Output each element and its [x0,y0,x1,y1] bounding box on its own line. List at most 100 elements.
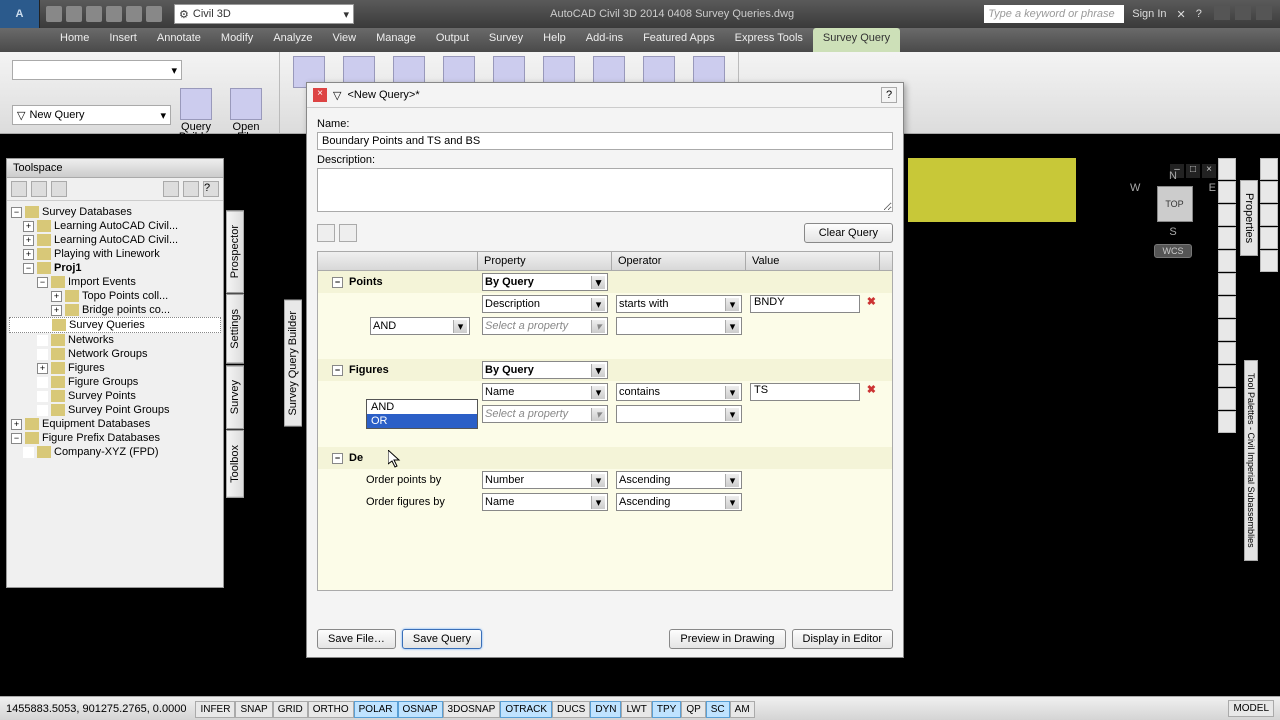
help-search-input[interactable]: Type a keyword or phrase [984,5,1124,23]
sign-in-link[interactable]: Sign In [1132,8,1166,20]
tree-item[interactable]: Survey Point Groups [68,404,170,416]
rtool-icon[interactable] [1218,411,1236,433]
option-or[interactable]: OR [367,414,477,428]
points-mode-dropdown[interactable]: By Query▾ [482,273,608,291]
query-builder-side-tab[interactable]: Survey Query Builder [284,300,302,427]
rtool-icon[interactable] [1218,296,1236,318]
workspace-dropdown[interactable]: ⚙ Civil 3D ▾ [174,4,354,24]
status-toggle-dyn[interactable]: DYN [590,701,621,718]
collapse-icon[interactable]: − [332,453,343,464]
nav-north[interactable]: N [1130,170,1216,182]
survey-tree[interactable]: −Survey Databases +Learning AutoCAD Civi… [7,201,223,463]
order-points-property-dropdown[interactable]: Number▾ [482,471,608,489]
nav-east[interactable]: E [1209,182,1216,226]
tree-item[interactable]: Networks [68,334,114,346]
collapse-icon[interactable]: − [332,365,343,376]
tab-prospector[interactable]: Prospector [226,210,244,293]
query-list-dropdown[interactable]: ▾ [12,60,182,80]
rtool-icon[interactable] [1218,158,1236,180]
status-toggle-tpy[interactable]: TPY [652,701,681,718]
tab-toolbox[interactable]: Toolbox [226,430,244,498]
option-and[interactable]: AND [367,400,477,414]
panel-help-button[interactable]: ? [881,87,897,103]
order-figures-direction-dropdown[interactable]: Ascending▾ [616,493,742,511]
save-file-button[interactable]: Save File… [317,629,396,649]
tree-item[interactable]: Learning AutoCAD Civil... [54,220,178,232]
conjunction-dropdown-list[interactable]: AND OR [366,399,478,429]
qat-print-icon[interactable] [146,6,162,22]
points-operator-dropdown-2[interactable]: ▾ [616,317,742,335]
tab-survey[interactable]: Survey [479,28,533,52]
tab-express-tools[interactable]: Express Tools [725,28,813,52]
tree-item[interactable]: Company-XYZ (FPD) [54,446,159,458]
figures-value-input[interactable]: TS [750,383,860,401]
status-toggle-am[interactable]: AM [730,701,755,718]
tree-item[interactable]: Learning AutoCAD Civil... [54,234,178,246]
add-row-button[interactable] [317,224,335,242]
rtool2-icon[interactable] [1260,227,1278,249]
tree-item-proj1[interactable]: Proj1 [54,262,82,274]
collapse-icon[interactable]: − [332,277,343,288]
tree-item[interactable]: Survey Points [68,390,136,402]
rtool-icon[interactable] [1218,273,1236,295]
delete-row-icon[interactable]: ✖ [867,383,876,396]
app-logo[interactable]: A [0,0,40,28]
rtool-icon[interactable] [1218,342,1236,364]
status-toggle-polar[interactable]: POLAR [354,701,398,718]
display-editor-button[interactable]: Display in Editor [792,629,893,649]
status-toggle-snap[interactable]: SNAP [235,701,272,718]
nav-west[interactable]: W [1130,182,1140,226]
tab-survey[interactable]: Survey [226,365,244,429]
tree-item[interactable]: Figure Groups [68,376,138,388]
panel-close-button[interactable]: × [313,88,327,102]
status-toggle-sc[interactable]: SC [706,701,730,718]
tree-item[interactable]: Equipment Databases [42,418,150,430]
status-toggle-3dosnap[interactable]: 3DOSNAP [443,701,501,718]
rtool-icon[interactable] [1218,204,1236,226]
rtool-icon[interactable] [1218,181,1236,203]
tab-modify[interactable]: Modify [211,28,263,52]
tree-item-survey-queries[interactable]: Survey Queries [69,319,145,331]
maximize-button[interactable] [1235,6,1251,20]
ts-tool-4[interactable] [163,181,179,197]
points-property-dropdown[interactable]: Description▾ [482,295,608,313]
status-toggle-grid[interactable]: GRID [273,701,308,718]
points-property-dropdown-2[interactable]: Select a property▾ [482,317,608,335]
qat-new-icon[interactable] [46,6,62,22]
status-toggle-lwt[interactable]: LWT [621,701,651,718]
new-query-dropdown[interactable]: ▽ New Query ▾ [12,105,171,125]
tab-home[interactable]: Home [50,28,99,52]
points-operator-dropdown[interactable]: starts with▾ [616,295,742,313]
ts-tool-2[interactable] [31,181,47,197]
tab-addins[interactable]: Add-ins [576,28,633,52]
tab-survey-query[interactable]: Survey Query [813,28,900,52]
rtool-icon[interactable] [1218,250,1236,272]
tool-palettes-tab[interactable]: Tool Palettes - Civil Imperial Subassemb… [1244,360,1258,561]
exchange-icon[interactable]: ✕ [1177,8,1186,21]
status-toggle-osnap[interactable]: OSNAP [398,701,443,718]
figures-operator-dropdown[interactable]: contains▾ [616,383,742,401]
tab-manage[interactable]: Manage [366,28,426,52]
status-toggle-ortho[interactable]: ORTHO [308,701,354,718]
rtool-icon[interactable] [1218,388,1236,410]
ts-tool-5[interactable] [183,181,199,197]
tree-item[interactable]: Playing with Linework [54,248,160,260]
clear-query-button[interactable]: Clear Query [804,223,893,243]
tab-analyze[interactable]: Analyze [263,28,322,52]
tab-annotate[interactable]: Annotate [147,28,211,52]
rtool-icon[interactable] [1218,365,1236,387]
view-cube[interactable]: N WTOPE S WCS [1130,170,1216,290]
rtool2-icon[interactable] [1260,181,1278,203]
qat-open-icon[interactable] [66,6,82,22]
properties-palette-tab[interactable]: Properties [1240,180,1258,256]
nav-top[interactable]: TOP [1157,186,1193,222]
tree-item[interactable]: Topo Points coll... [82,290,168,302]
rtool-icon[interactable] [1218,227,1236,249]
remove-row-button[interactable] [339,224,357,242]
close-button[interactable] [1256,6,1272,20]
tree-item[interactable]: Bridge points co... [82,304,170,316]
query-desc-input[interactable] [317,168,893,212]
tree-item[interactable]: Import Events [68,276,136,288]
tree-item[interactable]: Figure Prefix Databases [42,432,160,444]
quick-access-toolbar[interactable] [40,6,168,22]
